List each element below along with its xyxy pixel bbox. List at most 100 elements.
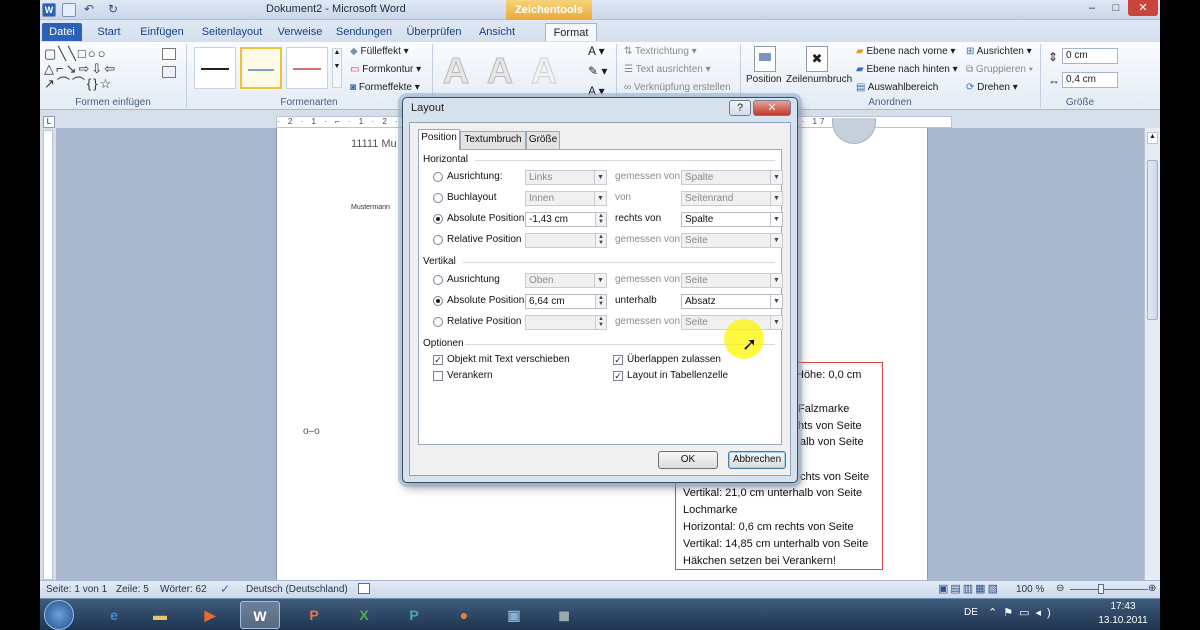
control-panel-icon[interactable]: ▣ (494, 601, 534, 629)
radio-h-booklayout[interactable] (433, 193, 443, 203)
excel-icon[interactable]: X (344, 601, 384, 629)
tab-sendungen[interactable]: Sendungen (334, 23, 394, 41)
tab-verweise[interactable]: Verweise (274, 23, 326, 41)
checkbox-move-with-text[interactable]: ✓ (433, 355, 443, 365)
tray-icons[interactable]: ⌃⚑▭◂) (988, 606, 1057, 619)
zoom-slider[interactable] (1070, 589, 1148, 590)
tab-format[interactable]: Format (545, 23, 597, 41)
word-taskbar-icon[interactable]: W (240, 601, 280, 629)
shape-effects-button[interactable]: ◙ Formeffekte ▾ (350, 82, 420, 93)
checkbox-lock-anchor[interactable] (433, 371, 443, 381)
checkbox-layout-in-cell[interactable]: ✓ (613, 371, 623, 381)
group-button[interactable]: ⧉ Gruppieren ▾ (966, 64, 1033, 75)
radio-h-relative[interactable] (433, 235, 443, 245)
select-h-alignment-rel[interactable]: Spalte ▼ (681, 170, 783, 185)
tab-ueberpruefen[interactable]: Überprüfen (402, 23, 466, 41)
status-page[interactable]: Seite: 1 von 1 (46, 584, 107, 595)
help-button[interactable]: ? (729, 100, 751, 116)
shape-style-2[interactable] (240, 47, 282, 89)
radio-h-absolute[interactable] (433, 214, 443, 224)
shape-height-input[interactable]: 0 cm (1062, 48, 1118, 64)
clock-time[interactable]: 17:43 (1098, 601, 1148, 612)
save-icon[interactable] (62, 3, 76, 17)
style-gallery-scroll[interactable]: ▲ ▼ (332, 48, 342, 88)
shapes-gallery[interactable]: ▢╲╲□○○ △⌐↘⇨⇩⇦ ↗⌒⌒{}☆ (44, 46, 154, 94)
scroll-thumb[interactable] (1147, 160, 1158, 320)
input-v-relative[interactable]: ▲ ▼ (525, 315, 607, 330)
input-language[interactable]: DE (964, 607, 978, 618)
ie-icon[interactable]: e (94, 601, 134, 629)
edit-shape-icon[interactable] (162, 48, 176, 60)
word-app-icon[interactable]: W (42, 3, 56, 17)
vertical-ruler[interactable] (43, 130, 53, 580)
align-text-button[interactable]: ☰ Text ausrichten ▾ (624, 64, 711, 75)
redo-icon[interactable]: ↻ (108, 3, 122, 17)
radio-v-alignment[interactable] (433, 275, 443, 285)
status-line[interactable]: Zeile: 5 (116, 584, 149, 595)
text-outline-icon[interactable]: ✎ ▾ (588, 64, 607, 78)
text-direction-button[interactable]: ⇅ Textrichtung ▾ (624, 46, 697, 57)
radio-v-absolute[interactable] (433, 296, 443, 306)
select-v-alignment-rel[interactable]: Seite ▼ (681, 273, 783, 288)
wrap-text-icon[interactable]: ✖ (806, 46, 828, 72)
position-icon[interactable] (754, 46, 776, 72)
zoom-slider-thumb[interactable] (1098, 584, 1104, 594)
powerpoint-icon[interactable]: P (294, 601, 334, 629)
radio-h-alignment[interactable] (433, 172, 443, 182)
shape-style-3[interactable] (286, 47, 328, 89)
status-language[interactable]: Deutsch (Deutschland) (246, 584, 348, 595)
tab-ansicht[interactable]: Ansicht (474, 23, 520, 41)
wordart-style-1[interactable]: A (436, 50, 476, 92)
selection-pane-button[interactable]: ▤ Auswahlbereich (856, 82, 938, 93)
select-h-alignment[interactable]: Links ▼ (525, 170, 607, 185)
rotate-button[interactable]: ⟳ Drehen ▾ (966, 82, 1018, 93)
view-buttons[interactable]: ▣▤▥▦▧ (938, 582, 1000, 595)
proofing-icon[interactable]: ✓ (220, 582, 230, 596)
media-player-icon[interactable]: ▶ (190, 601, 230, 629)
cancel-button[interactable]: Abbrechen (728, 451, 786, 469)
status-words[interactable]: Wörter: 62 (160, 584, 207, 595)
tab-seitenlayout[interactable]: Seitenlayout (198, 23, 266, 41)
recorder-icon[interactable]: ◼ (544, 601, 584, 629)
create-link-button[interactable]: ∞ Verknüpfung erstellen (624, 82, 731, 93)
wordart-style-3[interactable]: A (524, 50, 564, 92)
tab-selector[interactable]: L (43, 116, 55, 128)
anchor-shape-icon[interactable]: o–o (303, 426, 320, 437)
clock-date[interactable]: 13.10.2011 (1094, 615, 1152, 626)
zoom-level[interactable]: 100 % (1016, 584, 1044, 595)
firefox-icon[interactable]: ● (444, 601, 484, 629)
minimize-button[interactable]: – (1080, 0, 1104, 16)
tab-einfuegen[interactable]: Einfügen (136, 23, 188, 41)
input-v-absolute[interactable]: 6,64 cm ▲ ▼ (525, 294, 607, 309)
wrap-text-button[interactable]: Zeilenumbruch (786, 74, 852, 85)
draw-textbox-icon[interactable] (162, 66, 176, 78)
shape-outline-button[interactable]: ▭ Formkontur ▾ (350, 64, 421, 75)
position-button[interactable]: Position (746, 74, 782, 85)
select-v-absolute-rel[interactable]: Absatz ▼ (681, 294, 783, 309)
explorer-icon[interactable]: ▬ (140, 601, 180, 629)
publisher-icon[interactable]: P (394, 601, 434, 629)
select-h-booklayout-rel[interactable]: Seitenrand ▼ (681, 191, 783, 206)
align-button[interactable]: ⊞ Ausrichten ▾ (966, 46, 1032, 57)
fill-effect-button[interactable]: ◆ Fülleffekt ▾ (350, 46, 409, 57)
undo-icon[interactable]: ↶ (84, 3, 98, 17)
tab-position[interactable]: Position (418, 129, 460, 150)
text-fill-icon[interactable]: A ▾ (588, 44, 605, 58)
send-backward-button[interactable]: ▰ Ebene nach hinten ▾ (856, 64, 958, 75)
bring-forward-button[interactable]: ▰ Ebene nach vorne ▾ (856, 46, 955, 57)
zoom-in-icon[interactable]: ⊕ (1148, 583, 1156, 594)
shape-style-1[interactable] (194, 47, 236, 89)
shape-width-input[interactable]: 0,4 cm (1062, 72, 1118, 88)
zoom-out-icon[interactable]: ⊖ (1056, 583, 1064, 594)
select-v-alignment[interactable]: Oben ▼ (525, 273, 607, 288)
radio-v-relative[interactable] (433, 317, 443, 327)
ok-button[interactable]: OK (658, 451, 718, 469)
tab-textumbruch[interactable]: Textumbruch (460, 131, 526, 149)
start-orb-icon[interactable] (44, 600, 74, 630)
shape-circle[interactable] (832, 118, 876, 144)
input-h-absolute[interactable]: -1,43 cm ▲ ▼ (525, 212, 607, 227)
maximize-button[interactable]: □ (1104, 0, 1128, 16)
wordart-style-2[interactable]: A (480, 50, 520, 92)
input-h-relative[interactable]: ▲ ▼ (525, 233, 607, 248)
select-h-relative-rel[interactable]: Seite ▼ (681, 233, 783, 248)
